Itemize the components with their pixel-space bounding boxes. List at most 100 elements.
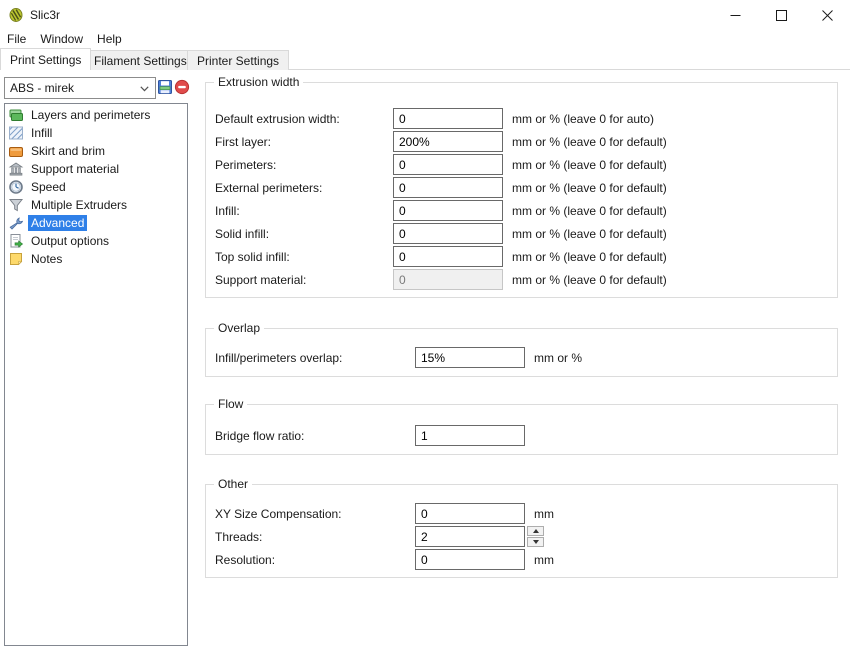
menu-bar: FileWindowHelp [0, 30, 850, 48]
sidebar-item-label: Skirt and brim [28, 143, 108, 159]
sidebar-item-notes[interactable]: Notes [8, 250, 187, 268]
setting-row: Top solid infill: mm or % (leave 0 for d… [206, 245, 837, 268]
setting-unit: mm [534, 553, 554, 567]
skirt-icon [8, 143, 24, 159]
menu-item-help[interactable]: Help [90, 30, 129, 48]
save-preset-button[interactable] [156, 78, 173, 96]
sidebar-item-label: Infill [28, 125, 55, 141]
setting-row: XY Size Compensation: mm [206, 502, 837, 525]
setting-label: Infill: [215, 204, 393, 218]
advanced-icon [8, 215, 24, 231]
setting-unit: mm or % (leave 0 for default) [512, 135, 667, 149]
setting-label: Bridge flow ratio: [215, 429, 415, 443]
sidebar-item-output-options[interactable]: Output options [8, 232, 187, 250]
setting-row: Default extrusion width: mm or % (leave … [206, 107, 837, 130]
window-title: Slic3r [30, 8, 60, 22]
tab-printer-settings[interactable]: Printer Settings [187, 50, 289, 70]
setting-input[interactable] [415, 347, 525, 368]
infill-icon [8, 125, 24, 141]
setting-label: Solid infill: [215, 227, 393, 241]
tab-bar: Print SettingsFilament SettingsPrinter S… [0, 48, 850, 70]
maximize-icon [776, 10, 787, 21]
setting-label: External perimeters: [215, 181, 393, 195]
menu-item-file[interactable]: File [0, 30, 33, 48]
setting-row: First layer: mm or % (leave 0 for defaul… [206, 130, 837, 153]
output-icon [8, 233, 24, 249]
sidebar-item-label: Speed [28, 179, 69, 195]
setting-input [393, 269, 503, 290]
preset-dropdown[interactable]: ABS - mirek [4, 77, 156, 99]
setting-input[interactable] [393, 223, 503, 244]
setting-input[interactable] [415, 425, 525, 446]
sidebar-item-layers-and-perimeters[interactable]: Layers and perimeters [8, 106, 187, 124]
setting-label: Top solid infill: [215, 250, 393, 264]
setting-unit: mm or % (leave 0 for default) [512, 204, 667, 218]
sidebar-item-multiple-extruders[interactable]: Multiple Extruders [8, 196, 187, 214]
setting-row: Infill: mm or % (leave 0 for default) [206, 199, 837, 222]
support-icon [8, 161, 24, 177]
sidebar-item-label: Support material [28, 161, 122, 177]
maximize-button[interactable] [758, 0, 804, 30]
sidebar-item-advanced[interactable]: Advanced [8, 214, 187, 232]
threads-spinner [527, 526, 544, 547]
setting-row: Infill/perimeters overlap: mm or % [206, 346, 837, 369]
preset-dropdown-value: ABS - mirek [10, 81, 74, 95]
setting-label: Infill/perimeters overlap: [215, 351, 415, 365]
setting-label: Resolution: [215, 553, 415, 567]
settings-group-other: Other XY Size Compensation: mm Threads: … [205, 484, 838, 578]
app-window: Slic3r FileWindowHelp Print SettingsFila… [0, 0, 850, 646]
title-bar: Slic3r [0, 0, 850, 30]
setting-input[interactable] [393, 154, 503, 175]
tab-print-settings[interactable]: Print Settings [0, 48, 91, 70]
setting-row: Support material: mm or % (leave 0 for d… [206, 268, 837, 291]
setting-label: First layer: [215, 135, 393, 149]
chevron-down-icon [140, 86, 149, 92]
delete-icon [174, 79, 190, 95]
spinner-up-icon [533, 529, 539, 533]
setting-row: Perimeters: mm or % (leave 0 for default… [206, 153, 837, 176]
delete-preset-button[interactable] [173, 78, 190, 96]
settings-category-tree: Layers and perimeters Infill Skirt and b… [4, 103, 188, 646]
sidebar-item-label: Notes [28, 251, 65, 267]
settings-group-flow: Flow Bridge flow ratio: [205, 404, 838, 455]
spinner-up-button[interactable] [527, 526, 544, 536]
setting-row: Resolution: mm [206, 548, 837, 571]
sidebar-item-label: Layers and perimeters [28, 107, 153, 123]
sidebar-item-label: Advanced [28, 215, 87, 231]
setting-input[interactable] [393, 108, 503, 129]
setting-unit: mm or % [534, 351, 582, 365]
sidebar-item-label: Multiple Extruders [28, 197, 130, 213]
sidebar-item-support-material[interactable]: Support material [8, 160, 187, 178]
spinner-down-button[interactable] [527, 537, 544, 547]
speed-icon [8, 179, 24, 195]
sidebar-item-skirt-and-brim[interactable]: Skirt and brim [8, 142, 187, 160]
sidebar-item-infill[interactable]: Infill [8, 124, 187, 142]
extruders-icon [8, 197, 24, 213]
setting-unit: mm or % (leave 0 for default) [512, 158, 667, 172]
close-button[interactable] [804, 0, 850, 30]
sidebar-item-label: Output options [28, 233, 112, 249]
tab-filament-settings[interactable]: Filament Settings [84, 50, 197, 70]
setting-row: External perimeters: mm or % (leave 0 fo… [206, 176, 837, 199]
setting-input[interactable] [393, 246, 503, 267]
spinner-down-icon [533, 540, 539, 544]
setting-row: Solid infill: mm or % (leave 0 for defau… [206, 222, 837, 245]
layers-icon [8, 107, 24, 123]
settings-group-title: Overlap [214, 321, 264, 335]
setting-input[interactable] [415, 549, 525, 570]
setting-input[interactable] [393, 200, 503, 221]
setting-input[interactable] [415, 526, 525, 547]
setting-label: Support material: [215, 273, 393, 287]
settings-group-overlap: Overlap Infill/perimeters overlap: mm or… [205, 328, 838, 377]
setting-unit: mm or % (leave 0 for default) [512, 181, 667, 195]
setting-input[interactable] [393, 131, 503, 152]
setting-label: XY Size Compensation: [215, 507, 415, 521]
setting-input[interactable] [393, 177, 503, 198]
settings-group-title: Flow [214, 397, 247, 411]
minimize-icon [730, 10, 741, 21]
setting-unit: mm or % (leave 0 for default) [512, 250, 667, 264]
sidebar-item-speed[interactable]: Speed [8, 178, 187, 196]
minimize-button[interactable] [712, 0, 758, 30]
setting-input[interactable] [415, 503, 525, 524]
menu-item-window[interactable]: Window [33, 30, 90, 48]
